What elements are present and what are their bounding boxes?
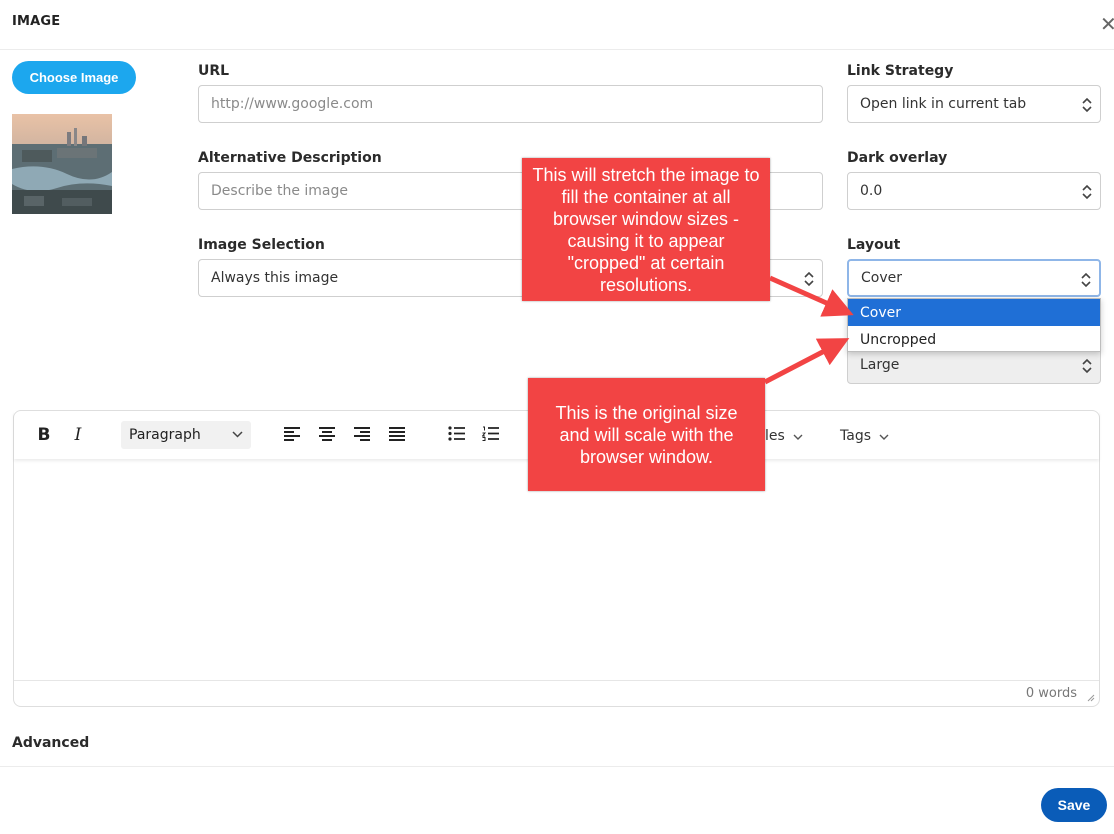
advanced-section-toggle[interactable]: Advanced <box>12 735 89 751</box>
arrow-to-uncropped <box>763 338 850 385</box>
url-input[interactable]: http://www.google.com <box>198 85 823 123</box>
layout-value: Cover <box>861 270 902 286</box>
url-label: URL <box>198 63 230 79</box>
image-selection-label: Image Selection <box>198 237 325 253</box>
dark-overlay-value: 0.0 <box>860 183 883 199</box>
layout-option-cover[interactable]: Cover <box>848 299 1100 326</box>
layout-dropdown-list: Cover Uncropped <box>847 298 1101 352</box>
tags-menu-label: Tags <box>840 428 871 444</box>
select-arrows-icon <box>1081 272 1091 288</box>
callout-uncropped-note: This is the original size and will scale… <box>528 378 765 491</box>
layout-label: Layout <box>847 237 901 253</box>
close-icon[interactable]: ✕ <box>1100 14 1114 34</box>
callout-cover-note: This will stretch the image to fill the … <box>522 158 770 301</box>
modal-title: IMAGE <box>12 14 61 29</box>
modal-header: IMAGE ✕ <box>0 0 1114 50</box>
select-arrows-icon <box>1082 97 1092 113</box>
italic-button[interactable]: I <box>71 425 85 445</box>
layout-select[interactable]: Cover <box>847 259 1101 297</box>
word-count: 0 words <box>1025 686 1077 701</box>
select-arrows-icon <box>1082 184 1092 200</box>
link-strategy-select[interactable]: Open link in current tab <box>847 85 1101 123</box>
styles-menu-label: les <box>765 428 785 444</box>
alt-description-label: Alternative Description <box>198 150 382 166</box>
select-arrows-icon <box>804 271 814 287</box>
link-strategy-value: Open link in current tab <box>860 96 1027 112</box>
size-value: Large <box>860 357 900 373</box>
chevron-down-icon <box>232 431 243 438</box>
chevron-down-icon <box>879 434 889 440</box>
layout-option-uncropped[interactable]: Uncropped <box>848 326 1100 353</box>
footer-divider <box>0 766 1114 767</box>
save-button[interactable]: Save <box>1041 788 1107 822</box>
paragraph-format-select[interactable]: Paragraph <box>121 421 251 449</box>
dark-overlay-label: Dark overlay <box>847 150 948 166</box>
dark-overlay-select[interactable]: 0.0 <box>847 172 1101 210</box>
bullet-list-icon[interactable] <box>448 426 465 441</box>
bold-button[interactable]: B <box>36 425 52 445</box>
select-arrows-icon <box>1082 358 1092 374</box>
image-selection-value: Always this image <box>211 270 339 286</box>
link-strategy-label: Link Strategy <box>847 63 954 79</box>
align-center-icon[interactable] <box>319 427 335 441</box>
chevron-down-icon <box>793 434 803 440</box>
choose-image-button[interactable]: Choose Image <box>12 61 136 94</box>
align-left-icon[interactable] <box>284 427 300 441</box>
paragraph-format-label: Paragraph <box>129 427 201 443</box>
align-justify-icon[interactable] <box>389 427 405 441</box>
editor-statusbar: 0 words <box>14 680 1099 706</box>
image-thumbnail <box>12 114 112 214</box>
numbered-list-icon[interactable] <box>482 426 499 441</box>
align-right-icon[interactable] <box>354 427 370 441</box>
styles-menu[interactable]: les <box>765 428 803 444</box>
tags-menu[interactable]: Tags <box>840 428 889 444</box>
resize-handle-icon[interactable] <box>1085 692 1095 702</box>
